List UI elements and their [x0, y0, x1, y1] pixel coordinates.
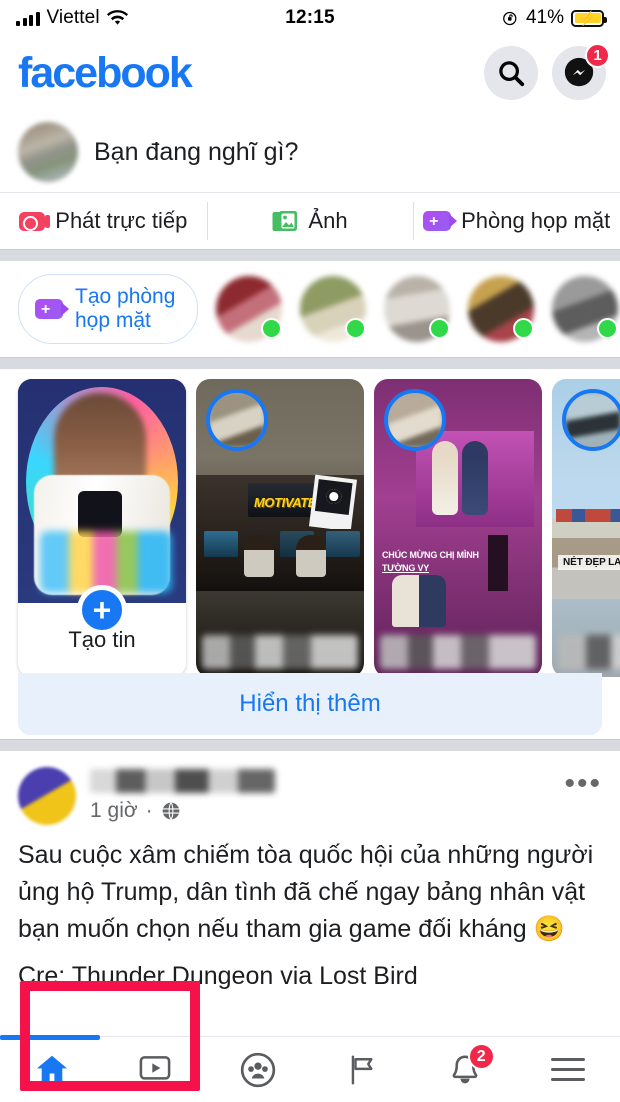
room-button[interactable]: + Phòng họp mặt — [413, 193, 620, 249]
post-timestamp: 1 giờ — [90, 799, 138, 822]
section-separator-3 — [0, 739, 620, 751]
post-author-name[interactable] — [90, 769, 275, 793]
battery-charging-icon: ⚡ — [571, 9, 607, 27]
story-3-line2: TƯỜNG VY — [382, 563, 430, 574]
facebook-mobile-app: Viettel 12:15 41% ⚡ facebook 1 Bạn đang … — [0, 0, 620, 1102]
create-room-button[interactable]: + Tạo phòng họp mặt — [18, 273, 199, 345]
create-room-line1: Tạo phòng — [75, 284, 176, 308]
header-actions: 1 — [484, 43, 610, 100]
create-room-label: Tạo phòng họp mặt — [75, 285, 175, 334]
story-3-line1: CHÚC MỪNG CHỊ MÌNH — [382, 550, 479, 560]
battery-percent-label: 41% — [525, 7, 564, 28]
stories-carousel[interactable]: + Tạo tin MOTIVATED CHÚC MỪNG CHỊ MÌNH T… — [0, 379, 620, 677]
post-header: 1 giờ · ••• — [18, 767, 602, 825]
story-4-author-name — [558, 635, 620, 669]
photo-label: Ảnh — [308, 208, 348, 233]
status-bar-right: 41% ⚡ — [502, 7, 607, 29]
online-dot — [597, 318, 619, 339]
nav-watch[interactable] — [103, 1037, 206, 1102]
post-author-meta: 1 giờ · — [90, 767, 550, 823]
story-2-author-avatar[interactable] — [206, 389, 268, 451]
messenger-button[interactable]: 1 — [552, 43, 610, 100]
online-dot — [429, 318, 451, 339]
skull-poster-icon — [308, 474, 358, 532]
post-composer[interactable]: Bạn đang nghĩ gì? — [0, 110, 620, 192]
room-video-icon: + — [423, 211, 458, 231]
story-3-author-avatar[interactable] — [384, 389, 446, 451]
rotation-lock-icon — [503, 11, 517, 25]
composer-actions: Phát trực tiếp Ảnh + Phòng họp mặt — [0, 193, 620, 249]
post-separator: · — [145, 799, 153, 822]
status-bar: Viettel 12:15 41% ⚡ — [0, 0, 620, 36]
story-card-2[interactable]: MOTIVATED — [196, 379, 364, 677]
composer-input[interactable]: Bạn đang nghĩ gì? — [94, 138, 298, 167]
online-dot — [261, 318, 283, 339]
post-text-line3: chọn nếu tham gia game đối kháng 😆 — [136, 915, 565, 943]
feed-post: 1 giờ · ••• Sau cuộc xâm chiếm tòa quốc … — [0, 751, 620, 993]
room-avatar-4[interactable] — [468, 276, 535, 342]
facebook-logo[interactable]: facebook — [18, 51, 193, 95]
search-button[interactable] — [484, 46, 538, 100]
post-subtitle: 1 giờ · — [90, 799, 550, 823]
hamburger-menu-icon — [551, 1051, 586, 1088]
user-avatar[interactable] — [18, 122, 78, 182]
go-live-button[interactable]: Phát trực tiếp — [0, 193, 207, 249]
story-3-overlay-text: CHÚC MỪNG CHỊ MÌNH TƯỜNG VY — [382, 549, 479, 575]
post-text: Sau cuộc xâm chiếm tòa quốc hội của nhữn… — [18, 825, 602, 993]
rooms-row: + Tạo phòng họp mặt — [0, 261, 620, 357]
story-create-photo — [18, 379, 186, 603]
photo-button[interactable]: Ảnh — [206, 193, 414, 249]
photo-icon — [272, 210, 298, 233]
nav-home[interactable] — [0, 1037, 103, 1102]
story-card-3[interactable]: CHÚC MỪNG CHỊ MÌNH TƯỜNG VY — [374, 379, 542, 677]
room-avatar-1[interactable] — [216, 276, 283, 342]
create-story-plus-button[interactable]: + — [77, 585, 127, 635]
story-create-card[interactable]: + Tạo tin — [18, 379, 186, 677]
messenger-badge: 1 — [585, 43, 610, 68]
section-separator — [0, 249, 620, 261]
add-video-room-icon: + — [35, 299, 69, 319]
post-author-avatar[interactable] — [18, 767, 76, 825]
story-4-author-avatar[interactable] — [562, 389, 620, 451]
section-separator-2 — [0, 357, 620, 369]
post-options-button[interactable]: ••• — [564, 767, 602, 799]
room-avatar-5[interactable] — [552, 276, 619, 342]
post-credit: Cre: Thunder Dungeon via Lost Bird — [18, 962, 418, 990]
story-3-author-name — [380, 635, 536, 669]
live-video-icon — [19, 211, 51, 231]
globe-icon — [162, 802, 179, 820]
groups-icon — [241, 1052, 276, 1087]
room-label: Phòng họp mặt — [461, 208, 611, 233]
stories-section: + Tạo tin MOTIVATED CHÚC MỪNG CHỊ MÌNH T… — [0, 369, 620, 1091]
notifications-badge: 2 — [467, 1043, 495, 1070]
nav-menu[interactable] — [517, 1037, 620, 1102]
story-card-4[interactable]: NÉT ĐẸP LAO ĐỘNG — [552, 379, 620, 677]
online-dot — [345, 318, 367, 339]
show-more-button[interactable]: Hiển thị thêm — [18, 673, 602, 735]
story-2-author-name — [202, 635, 358, 669]
go-live-label: Phát trực tiếp — [55, 208, 188, 233]
home-icon — [36, 1055, 67, 1083]
online-dot — [513, 318, 535, 339]
bottom-navigation-bar: 2 — [0, 1035, 620, 1102]
search-icon — [499, 61, 525, 87]
room-avatar-3[interactable] — [384, 276, 451, 342]
story-4-overlay-text: NÉT ĐẸP LAO ĐỘNG — [558, 555, 620, 570]
nav-pages[interactable] — [310, 1037, 413, 1102]
flag-pages-icon — [351, 1054, 373, 1085]
create-room-line2: họp mặt — [75, 309, 151, 332]
watch-video-icon — [139, 1055, 171, 1084]
nav-notifications[interactable]: 2 — [413, 1037, 516, 1102]
app-header: facebook 1 — [0, 36, 620, 110]
nav-groups[interactable] — [207, 1037, 310, 1102]
room-avatar-2[interactable] — [300, 276, 367, 342]
